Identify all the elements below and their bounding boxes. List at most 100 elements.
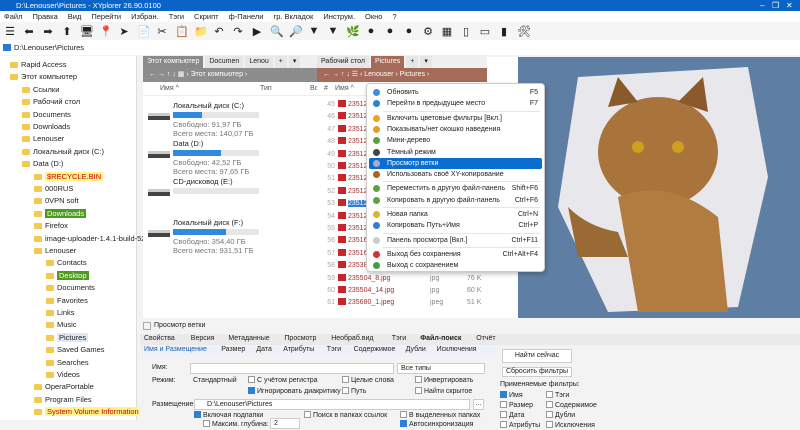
toolbar-button-icon[interactable]: ▶ xyxy=(251,25,263,38)
context-menu-item[interactable]: Новая папка Ctrl+N xyxy=(369,209,542,220)
checkbox[interactable] xyxy=(415,387,422,394)
toolbar-button-icon[interactable]: ▼ xyxy=(327,25,339,37)
tree-item[interactable]: Documents xyxy=(22,109,71,120)
maximize-button[interactable]: ❐ xyxy=(772,0,779,11)
context-menu-item[interactable]: Перейти в предыдущее место F7 xyxy=(369,98,542,109)
option-checkbox[interactable]: В выделенных папках xyxy=(400,411,480,419)
checkbox[interactable] xyxy=(248,376,255,383)
tab[interactable]: + xyxy=(274,56,287,68)
option-checkbox[interactable]: Инвертировать xyxy=(415,376,473,384)
checkbox[interactable] xyxy=(500,421,507,428)
menu-item[interactable]: ф-Панели xyxy=(229,11,264,22)
tree-item[interactable]: Ссылки xyxy=(22,84,59,95)
filter-checkbox[interactable]: Размер xyxy=(500,401,533,409)
toolbar-button-icon[interactable]: 🌿 xyxy=(346,25,360,38)
location-input[interactable]: D:\Lenouser\Pictures xyxy=(194,399,470,410)
address-bar[interactable]: D:\Lenouser\Pictures xyxy=(0,40,800,55)
context-menu-item[interactable]: Использовать своё XY-копирование xyxy=(369,169,542,180)
panel-tab[interactable]: Необраб.вид xyxy=(331,335,373,342)
toolbar-button-icon[interactable]: 📋 xyxy=(175,25,189,38)
col-name[interactable]: Имя ^ xyxy=(335,82,354,96)
context-menu-item[interactable]: Панель просмотра [Вкл.] Ctrl+F11 xyxy=(369,235,542,246)
filter-checkbox[interactable]: Исключения xyxy=(546,421,595,429)
toolbar-button-icon[interactable]: ↷ xyxy=(232,25,244,38)
toolbar-button-icon[interactable]: ☰ xyxy=(4,25,16,38)
toolbar-button-icon[interactable]: ● xyxy=(384,25,396,37)
tab[interactable]: ▾ xyxy=(288,56,301,68)
search-subtab[interactable]: Дата xyxy=(256,346,272,353)
checkbox[interactable] xyxy=(415,376,422,383)
option-checkbox[interactable]: С учётом регистра xyxy=(248,376,318,384)
checkbox[interactable] xyxy=(342,376,349,383)
tree-item[interactable]: Videos xyxy=(46,369,80,380)
filter-checkbox[interactable]: Содержимое xyxy=(546,401,597,409)
panel-tab[interactable]: Файл-поиск xyxy=(420,335,461,342)
context-menu-item[interactable]: Тёмный режим xyxy=(369,147,542,158)
menu-item[interactable]: Правка xyxy=(32,11,57,22)
tree-item[interactable]: Rapid Access xyxy=(10,59,66,70)
tab[interactable]: Этот компьютер xyxy=(143,56,204,68)
tab[interactable]: Pictures xyxy=(370,56,405,68)
checkbox[interactable] xyxy=(546,421,553,428)
tree-item[interactable]: Lenouser xyxy=(22,133,64,144)
context-menu-item[interactable]: Копировать Путь+Имя Ctrl+P xyxy=(369,220,542,231)
checkbox[interactable] xyxy=(248,387,255,394)
checkbox[interactable] xyxy=(546,411,553,418)
file-row[interactable]: 60 235504_14.jpg jpg 60 K xyxy=(317,285,487,296)
option-checkbox[interactable]: Автосинхронизация xyxy=(400,420,473,428)
panel-tab[interactable]: Версия xyxy=(191,335,215,342)
option-checkbox[interactable]: Целые слова xyxy=(342,376,394,384)
checkbox[interactable] xyxy=(304,411,311,418)
filter-checkbox[interactable]: Дубли xyxy=(546,411,575,419)
toolbar-button-icon[interactable]: ▦ xyxy=(441,25,453,38)
tab[interactable]: ▾ xyxy=(420,56,432,68)
tree-item[interactable]: Pictures xyxy=(46,332,89,343)
tree-item[interactable]: Этот компьютер xyxy=(10,71,77,82)
option-checkbox[interactable]: Включая подпапки xyxy=(194,411,263,419)
context-menu-item[interactable]: Переместить в другую файл-панель Shift+F6 xyxy=(369,183,542,194)
option-checkbox[interactable]: Путь xyxy=(342,387,366,395)
tree-item[interactable]: 000RUS xyxy=(34,183,73,194)
option-checkbox[interactable]: Поиск в папках ссылок xyxy=(304,411,387,419)
tab[interactable]: + xyxy=(406,56,419,68)
tree-item[interactable]: Firefox xyxy=(34,220,68,231)
tree-item[interactable]: OperaPortable xyxy=(34,381,94,392)
menu-item[interactable]: Тэги xyxy=(169,11,184,22)
col-type[interactable]: Тип xyxy=(260,82,272,96)
option-checkbox[interactable]: Найти скрытое xyxy=(415,387,472,395)
col-number[interactable]: # xyxy=(324,82,328,96)
option-checkbox[interactable]: Максим. глубина: xyxy=(203,420,269,428)
mode-dropdown[interactable]: Стандартный xyxy=(190,376,240,387)
toolbar-button-icon[interactable]: ▭ xyxy=(479,25,491,38)
panel-tab[interactable]: Свойства xyxy=(144,335,175,342)
panel-tab[interactable]: Тэги xyxy=(392,335,406,342)
depth-dropdown[interactable]: 2 xyxy=(270,418,300,429)
menu-item[interactable]: Вид xyxy=(68,11,82,22)
checkbox[interactable] xyxy=(500,391,507,398)
search-subtab[interactable]: Тэги xyxy=(327,346,341,353)
tab[interactable]: Documen xyxy=(205,56,244,68)
panel-tab[interactable]: Просмотр xyxy=(284,335,316,342)
toolbar-button-icon[interactable]: 🛠 xyxy=(517,25,531,38)
pane1-breadcrumb[interactable]: ← → ↑ ↓ ▦ › Этот компьютер › xyxy=(143,68,317,82)
menu-item[interactable]: Окно xyxy=(365,11,382,22)
search-subtab[interactable]: Атрибуты xyxy=(283,346,314,353)
toolbar-button-icon[interactable]: ▼ xyxy=(308,25,320,37)
menu-item[interactable]: Избран. xyxy=(131,11,159,22)
toolbar-button-icon[interactable]: 📄 xyxy=(137,25,151,38)
context-menu-item[interactable]: Показывать/нет окошко наведения xyxy=(369,124,542,135)
checkbox[interactable] xyxy=(500,411,507,418)
menu-item[interactable]: Перейти xyxy=(91,11,121,22)
tree-item[interactable]: Downloads xyxy=(34,208,87,219)
checkbox[interactable] xyxy=(546,401,553,408)
file-row[interactable]: 59 235504_8.jpg jpg 76 K xyxy=(317,273,487,284)
toolbar-button-icon[interactable]: 🔍 xyxy=(270,25,284,38)
tree-item[interactable]: Saved Games xyxy=(46,344,105,355)
find-now-button[interactable]: Найти сейчас xyxy=(502,349,572,363)
toolbar-button-icon[interactable]: 📍 xyxy=(99,25,113,38)
tree-item[interactable]: Downloads xyxy=(22,121,70,132)
filter-checkbox[interactable]: Атрибуты xyxy=(500,421,540,429)
context-menu-item[interactable]: Выход с сохранением xyxy=(369,260,542,271)
checkbox[interactable] xyxy=(400,420,407,427)
reset-filters-button[interactable]: Сбросить фильтры xyxy=(502,367,572,377)
